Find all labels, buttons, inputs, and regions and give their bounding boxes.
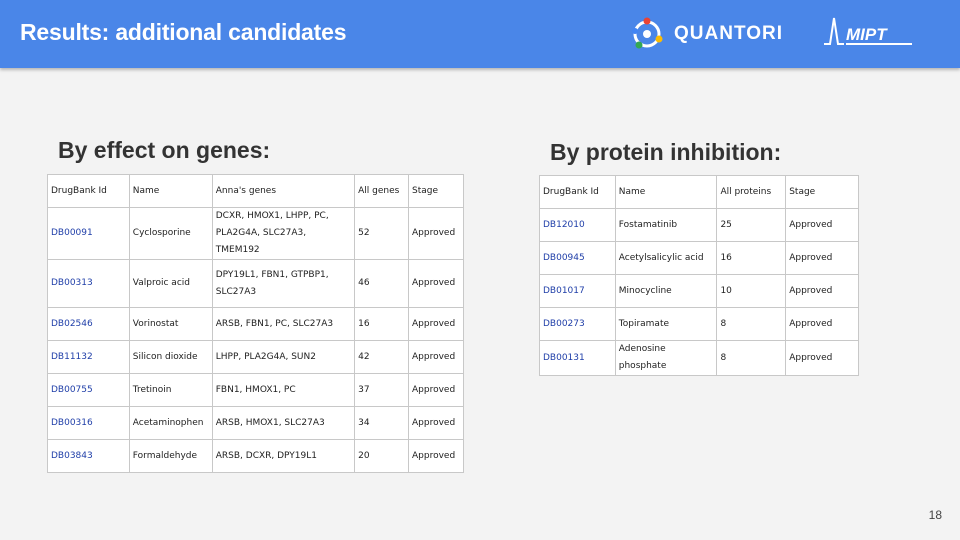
table-row: DB11132 Silicon dioxide LHPP, PLA2G4A, S… — [47, 340, 464, 374]
all-proteins-count: 25 — [716, 208, 787, 242]
drug-name: Tretinoin — [128, 373, 213, 407]
table-row: DB00313 Valproic acid DPY19L1, FBN1, GTP… — [47, 259, 464, 308]
stage: Approved — [408, 373, 464, 407]
all-genes-count: 34 — [354, 406, 409, 440]
annas-genes: ARSB, FBN1, PC, SLC27A3 — [211, 307, 356, 341]
drugbank-id: DB00945 — [539, 241, 616, 275]
stage: Approved — [408, 439, 464, 473]
table-row: DB01017 Minocycline 10 Approved — [539, 274, 859, 308]
table-row: DB00273 Topiramate 8 Approved — [539, 307, 859, 341]
all-proteins-count: 10 — [716, 274, 787, 308]
drug-name: Valproic acid — [128, 259, 213, 308]
column-header: DrugBank Id — [47, 174, 130, 208]
drug-name: Cyclosporine — [128, 207, 213, 260]
all-genes-count: 20 — [354, 439, 409, 473]
drug-name: Acetylsalicylic acid — [614, 241, 718, 275]
drugbank-id: DB00131 — [539, 340, 616, 376]
all-proteins-count: 8 — [716, 307, 787, 341]
quantori-logo-text: QUANTORI — [674, 23, 783, 44]
protein-table: DrugBank Id Name All proteins Stage DB12… — [539, 175, 859, 376]
drugbank-id: DB00755 — [47, 373, 130, 407]
table-row: DB00755 Tretinoin FBN1, HMOX1, PC 37 App… — [47, 373, 464, 407]
table-header-row: DrugBank Id Name Anna's genes All genes … — [47, 174, 464, 208]
drug-name: Silicon dioxide — [128, 340, 213, 374]
drugbank-id: DB01017 — [539, 274, 616, 308]
drugbank-id: DB11132 — [47, 340, 130, 374]
column-header: Name — [128, 174, 213, 208]
table-row: DB03843 Formaldehyde ARSB, DCXR, DPY19L1… — [47, 439, 464, 473]
page-number: 18 — [928, 508, 942, 522]
stage: Approved — [785, 241, 859, 275]
stage: Approved — [408, 307, 464, 341]
page-title: Results: additional candidates — [20, 19, 347, 45]
annas-genes: DCXR, HMOX1, LHPP, PC, PLA2G4A, SLC27A3,… — [211, 207, 356, 260]
column-header: DrugBank Id — [539, 175, 616, 209]
column-header: Stage — [785, 175, 859, 209]
drug-name: Adenosine phosphate — [614, 340, 718, 376]
table-row: DB00316 Acetaminophen ARSB, HMOX1, SLC27… — [47, 406, 464, 440]
drug-name: Minocycline — [614, 274, 718, 308]
drug-name: Formaldehyde — [128, 439, 213, 473]
annas-genes: ARSB, DCXR, DPY19L1 — [211, 439, 356, 473]
all-genes-count: 52 — [354, 207, 409, 260]
table-row: DB00091 Cyclosporine DCXR, HMOX1, LHPP, … — [47, 207, 464, 260]
drug-name: Acetaminophen — [128, 406, 213, 440]
all-genes-count: 42 — [354, 340, 409, 374]
drugbank-id: DB12010 — [539, 208, 616, 242]
column-header: Anna's genes — [211, 174, 356, 208]
table-row: DB02546 Vorinostat ARSB, FBN1, PC, SLC27… — [47, 307, 464, 341]
annas-genes: LHPP, PLA2G4A, SUN2 — [211, 340, 356, 374]
all-proteins-count: 8 — [716, 340, 787, 376]
all-genes-count: 16 — [354, 307, 409, 341]
all-proteins-count: 16 — [716, 241, 787, 275]
drug-name: Topiramate — [614, 307, 718, 341]
drugbank-id: DB00313 — [47, 259, 130, 308]
drug-name: Vorinostat — [128, 307, 213, 341]
drugbank-id: DB00091 — [47, 207, 130, 260]
stage: Approved — [408, 259, 464, 308]
annas-genes: DPY19L1, FBN1, GTPBP1, SLC27A3 — [211, 259, 356, 308]
quantori-logo-icon — [632, 17, 663, 49]
genes-section-title: By effect on genes: — [58, 137, 271, 163]
column-header: Name — [614, 175, 718, 209]
annas-genes: ARSB, HMOX1, SLC27A3 — [211, 406, 356, 440]
column-header: All genes — [354, 174, 409, 208]
stage: Approved — [785, 340, 859, 376]
stage: Approved — [408, 207, 464, 260]
annas-genes: FBN1, HMOX1, PC — [211, 373, 356, 407]
genes-table: DrugBank Id Name Anna's genes All genes … — [47, 174, 464, 473]
mipt-logo: MIPT — [824, 17, 912, 45]
drugbank-id: DB00273 — [539, 307, 616, 341]
stage: Approved — [785, 208, 859, 242]
drugbank-id: DB03843 — [47, 439, 130, 473]
header-bar: Results: additional candidates QUANTORI … — [0, 0, 960, 68]
column-header: Stage — [408, 174, 464, 208]
stage: Approved — [408, 406, 464, 440]
drugbank-id: DB02546 — [47, 307, 130, 341]
column-header: All proteins — [716, 175, 787, 209]
drugbank-id: DB00316 — [47, 406, 130, 440]
quantori-logo: QUANTORI — [630, 17, 783, 51]
table-row: DB00945 Acetylsalicylic acid 16 Approved — [539, 241, 859, 275]
all-genes-count: 46 — [354, 259, 409, 308]
stage: Approved — [785, 307, 859, 341]
mipt-logo-text: MIPT — [846, 25, 888, 44]
stage: Approved — [408, 340, 464, 374]
table-row: DB00131 Adenosine phosphate 8 Approved — [539, 340, 859, 376]
stage: Approved — [785, 274, 859, 308]
drug-name: Fostamatinib — [614, 208, 718, 242]
all-genes-count: 37 — [354, 373, 409, 407]
table-row: DB12010 Fostamatinib 25 Approved — [539, 208, 859, 242]
protein-section-title: By protein inhibition: — [550, 139, 782, 165]
table-header-row: DrugBank Id Name All proteins Stage — [539, 175, 859, 209]
